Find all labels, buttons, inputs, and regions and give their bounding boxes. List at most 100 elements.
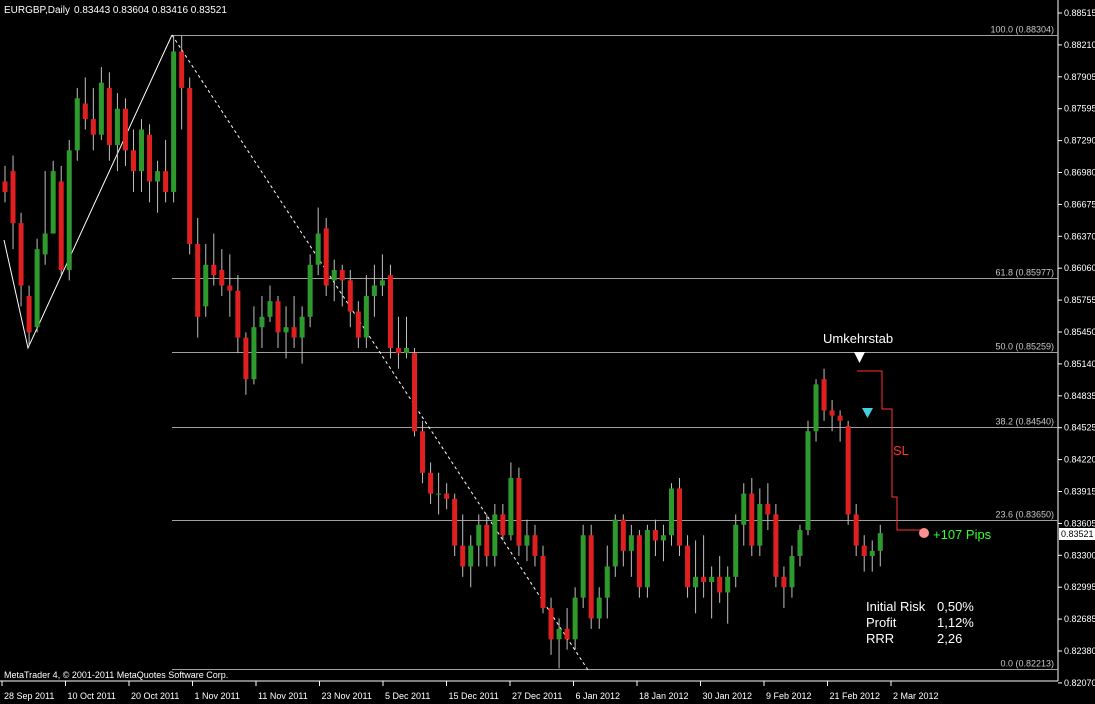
candle-body <box>315 233 321 265</box>
candle-body <box>484 524 490 557</box>
price-tick-label: 0.82995 <box>1064 582 1095 592</box>
candle-body <box>323 228 329 286</box>
candle-body <box>331 269 337 281</box>
candle-body <box>749 493 755 546</box>
candle-body <box>130 150 136 172</box>
fib-level-label: 100.0 (0.88304) <box>990 25 1054 35</box>
candle-body <box>588 535 594 619</box>
candle-body <box>813 384 819 432</box>
candle-body <box>797 530 803 557</box>
current-price-label: 0.83521 <box>1061 529 1094 539</box>
candle <box>412 347 418 437</box>
price-tick-label: 0.87905 <box>1064 72 1095 82</box>
price-tick-label: 0.86060 <box>1064 263 1095 273</box>
candle-body <box>524 535 530 546</box>
candle-body <box>596 597 602 619</box>
candle-body <box>227 285 233 291</box>
candle-body <box>476 524 482 546</box>
profit-marker-icon <box>919 528 929 538</box>
candle-body <box>267 301 273 317</box>
candle <box>66 139 72 281</box>
candle-body <box>26 295 32 333</box>
time-tick-label: 30 Jan 2012 <box>703 691 753 701</box>
candle-body <box>2 181 8 192</box>
candle-body <box>387 275 393 348</box>
candle-body <box>211 264 217 276</box>
candle-body <box>171 51 177 192</box>
candle-body <box>50 171 56 234</box>
candle-body <box>508 478 514 536</box>
time-tick-label: 28 Sep 2011 <box>4 691 54 701</box>
candle-body <box>644 530 650 588</box>
candle-body <box>532 535 538 557</box>
candle-body <box>58 181 64 270</box>
copyright-text: MetaTrader 4, © 2001-2011 MetaQuotes Sof… <box>4 670 228 680</box>
candle <box>74 87 80 161</box>
candle-body <box>187 87 193 244</box>
stat-label-rrr: RRR <box>866 631 894 646</box>
price-tick-label: 0.83915 <box>1064 487 1095 497</box>
price-tick-label: 0.83605 <box>1064 518 1095 528</box>
candle-body <box>90 119 96 135</box>
candle <box>58 165 64 276</box>
candle-body <box>821 379 827 411</box>
candle-body <box>789 556 795 588</box>
candle-body <box>371 285 377 296</box>
candle <box>580 524 586 609</box>
candle <box>588 524 594 629</box>
candle-body <box>444 493 450 499</box>
candle-body <box>604 566 610 598</box>
candle <box>323 217 329 296</box>
candle-body <box>869 550 875 557</box>
stat-value-profit: 1,12% <box>937 615 974 630</box>
candle-body <box>74 98 80 151</box>
candle-body <box>765 504 771 515</box>
time-tick-label: 15 Dec 2011 <box>449 691 499 701</box>
candle-body <box>620 519 626 551</box>
candle-body <box>725 576 731 593</box>
stat-label-initial-risk: Initial Risk <box>866 599 926 614</box>
price-tick-label: 0.84835 <box>1064 391 1095 401</box>
chart-window[interactable]: 100.0 (0.88304) 61.8 (0.85977) 50.0 (0.852… <box>0 0 1095 704</box>
candle-body <box>548 608 554 640</box>
candle-body <box>500 514 506 536</box>
candle-body <box>492 514 498 557</box>
candle-body <box>845 426 851 515</box>
price-tick-label: 0.86370 <box>1064 231 1095 241</box>
candle-body <box>379 280 385 286</box>
candle-body <box>203 264 209 307</box>
candle-body <box>147 134 153 182</box>
candle-body <box>299 316 305 338</box>
candle-body <box>42 233 48 255</box>
candle <box>187 77 193 255</box>
candle <box>516 467 522 557</box>
fib-level-label: 50.0 (0.85259) <box>995 342 1054 352</box>
umkehrstab-label: Umkehrstab <box>823 331 893 346</box>
candle-body <box>122 108 128 151</box>
stat-value-initial-risk: 0,50% <box>937 599 974 614</box>
candle-body <box>106 87 112 146</box>
candle-body <box>460 545 466 567</box>
candle-body <box>235 290 241 338</box>
candle-body <box>155 171 161 182</box>
candle-body <box>628 535 634 551</box>
time-tick-label: 5 Dec 2011 <box>385 691 430 701</box>
candle-body <box>452 498 458 546</box>
candle-body <box>853 514 859 546</box>
candle-body <box>877 533 883 551</box>
candle-body <box>163 171 169 192</box>
time-tick-label: 1 Nov 2011 <box>195 691 240 701</box>
stat-value-rrr: 2,26 <box>937 631 962 646</box>
candle-body <box>114 108 120 146</box>
candle-body <box>636 535 642 588</box>
candle-body <box>98 82 104 135</box>
candle-body <box>82 103 88 120</box>
candle-body <box>516 478 522 546</box>
candle-body <box>179 51 185 88</box>
chart-symbol-title: EURGBP,Daily <box>4 5 70 16</box>
candle <box>387 264 393 359</box>
candle <box>845 420 851 525</box>
profit-pips-label: +107 Pips <box>933 527 992 542</box>
candle-body <box>805 431 811 531</box>
time-tick-label: 20 Oct 2011 <box>131 691 179 701</box>
